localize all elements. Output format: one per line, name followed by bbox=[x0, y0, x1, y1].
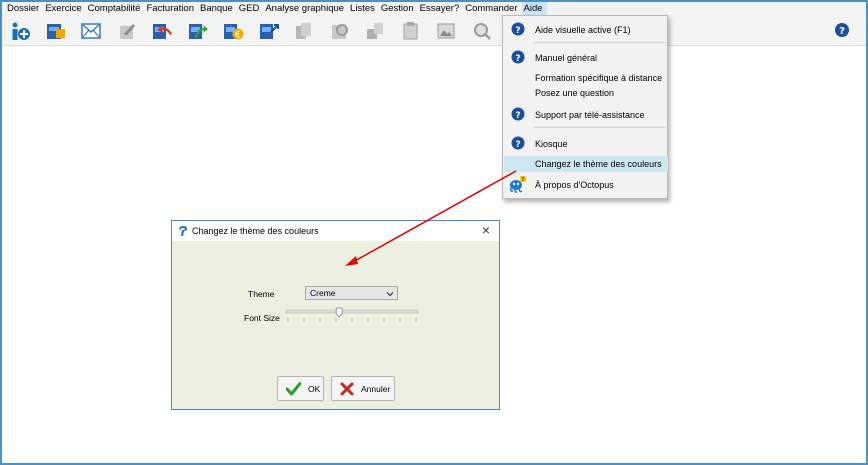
octopus-icon: ? bbox=[508, 176, 526, 194]
menu-ged[interactable]: GED bbox=[237, 2, 264, 16]
menu-item-a-propos[interactable]: ? À propos d'Octopus bbox=[503, 176, 667, 194]
slider-track bbox=[285, 309, 419, 314]
font-size-slider[interactable] bbox=[285, 307, 419, 325]
menu-item-label: Manuel général bbox=[535, 53, 598, 63]
info-add-icon[interactable] bbox=[8, 19, 32, 43]
menu-separator bbox=[533, 42, 665, 43]
question-circle-icon: ? bbox=[511, 50, 525, 64]
puzzle-forward-icon[interactable] bbox=[186, 19, 210, 43]
envelope-icon[interactable] bbox=[79, 19, 103, 43]
svg-text:?: ? bbox=[515, 26, 520, 36]
menu-facturation[interactable]: Facturation bbox=[144, 2, 198, 16]
svg-text:?: ? bbox=[515, 54, 520, 64]
app-logo-icon bbox=[178, 225, 188, 237]
menu-item-label: Aide visuelle active (F1) bbox=[535, 25, 631, 35]
chevron-down-icon bbox=[386, 289, 394, 297]
edit-doc-icon[interactable] bbox=[115, 19, 139, 43]
question-circle-icon: ? bbox=[511, 22, 525, 36]
menu-exercice[interactable]: Exercice bbox=[43, 2, 85, 16]
menu-item-support[interactable]: ? Support par télé-assistance bbox=[503, 107, 667, 123]
clipboard-gray-icon[interactable] bbox=[399, 19, 423, 43]
menu-listes[interactable]: Listes bbox=[348, 2, 379, 16]
menu-item-label: Changez le thème des couleurs bbox=[535, 159, 662, 169]
menu-item-label: À propos d'Octopus bbox=[535, 180, 614, 190]
svg-text:€: € bbox=[235, 30, 241, 40]
menu-item-label: Kiosque bbox=[535, 139, 568, 149]
paste-gray-icon[interactable] bbox=[363, 19, 387, 43]
menu-comptabilite[interactable]: Comptabilité bbox=[86, 2, 145, 16]
svg-text:?: ? bbox=[839, 26, 845, 37]
menu-item-aide-visuelle[interactable]: ? Aide visuelle active (F1) bbox=[503, 22, 667, 38]
calendar-blue-icon[interactable] bbox=[44, 19, 68, 43]
theme-dialog: Changez le thème des couleurs × Theme Cr… bbox=[171, 220, 500, 410]
question-circle-icon: ? bbox=[511, 107, 525, 121]
close-icon[interactable]: × bbox=[479, 223, 493, 237]
link-gray-icon[interactable] bbox=[328, 19, 352, 43]
menu-item-label: Posez une question bbox=[535, 88, 615, 98]
menu-essayer[interactable]: Essayer? bbox=[418, 2, 464, 16]
menu-bar: Dossier Exercice Comptabilité Facturatio… bbox=[2, 2, 866, 16]
menu-gestion[interactable]: Gestion bbox=[379, 2, 418, 16]
menu-item-manuel-general[interactable]: ? Manuel général bbox=[503, 50, 667, 66]
copy-gray-icon[interactable] bbox=[292, 19, 316, 43]
ok-button[interactable]: OK bbox=[277, 376, 324, 401]
menu-item-kiosque[interactable]: ? Kiosque bbox=[503, 136, 667, 152]
menu-aide[interactable]: Aide bbox=[521, 2, 547, 16]
svg-text:?: ? bbox=[522, 177, 525, 183]
puzzle-plus-icon[interactable] bbox=[257, 19, 281, 43]
font-size-label: Font Size bbox=[244, 313, 280, 323]
zoom-doc-icon[interactable] bbox=[470, 19, 494, 43]
puzzle-euro-icon[interactable]: € bbox=[221, 19, 245, 43]
menu-banque[interactable]: Banque bbox=[198, 2, 237, 16]
menu-separator bbox=[533, 127, 665, 128]
checkmark-icon bbox=[285, 382, 302, 396]
theme-select-value: Creme bbox=[310, 288, 336, 298]
question-circle-icon[interactable]: ? bbox=[832, 20, 854, 42]
menu-item-changez-theme[interactable]: Changez le thème des couleurs bbox=[503, 157, 667, 171]
aide-dropdown-menu: ? Aide visuelle active (F1) ? Manuel gén… bbox=[502, 15, 668, 199]
menu-item-label: Support par télé-assistance bbox=[535, 110, 645, 120]
slider-thumb bbox=[335, 307, 343, 318]
menu-commander[interactable]: Commander bbox=[463, 2, 521, 16]
cancel-button[interactable]: Annuler bbox=[331, 376, 395, 401]
menu-item-label: Formation spécifique à distance bbox=[535, 73, 663, 83]
question-circle-icon: ? bbox=[511, 136, 525, 150]
cross-icon bbox=[340, 382, 355, 396]
toolbar: € ? bbox=[2, 16, 866, 46]
image-doc-icon[interactable] bbox=[434, 19, 458, 43]
theme-label: Theme bbox=[248, 289, 275, 299]
menu-item-formation[interactable]: Formation spécifique à distance bbox=[503, 71, 667, 85]
theme-select[interactable]: Creme bbox=[305, 286, 398, 300]
menu-item-posez-question[interactable]: Posez une question bbox=[503, 87, 667, 101]
ok-button-label: OK bbox=[308, 384, 321, 394]
dialog-titlebar: Changez le thème des couleurs × bbox=[172, 221, 499, 241]
svg-text:?: ? bbox=[515, 140, 520, 150]
puzzle-back-icon[interactable] bbox=[150, 19, 174, 43]
menu-dossier[interactable]: Dossier bbox=[5, 2, 43, 16]
cancel-button-label: Annuler bbox=[361, 384, 391, 394]
svg-text:?: ? bbox=[515, 111, 520, 121]
menu-analyse-graphique[interactable]: Analyse graphique bbox=[263, 2, 348, 16]
dialog-title: Changez le thème des couleurs bbox=[192, 226, 319, 236]
